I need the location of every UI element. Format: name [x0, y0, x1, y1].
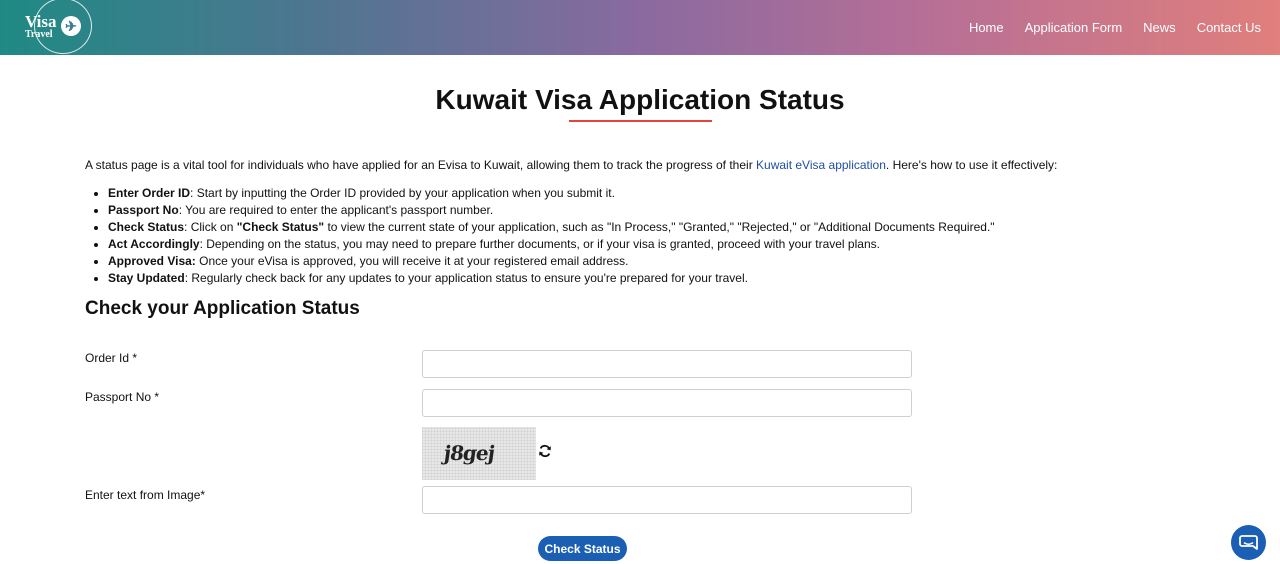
main-nav: Home Application Form News Contact Us: [969, 0, 1280, 55]
bullet-term: Act Accordingly: [108, 237, 200, 251]
list-item: Passport No: You are required to enter t…: [93, 202, 1193, 219]
site-header: Visa Travel ✈ Home Application Form News…: [0, 0, 1280, 55]
order-id-label: Order Id *: [85, 351, 138, 365]
order-id-input[interactable]: [422, 350, 912, 378]
bullet-term: Approved Visa:: [108, 254, 196, 268]
list-item: Approved Visa: Once your eVisa is approv…: [93, 253, 1193, 270]
bullet-term: Enter Order ID: [108, 186, 191, 200]
bullet-term: Stay Updated: [108, 271, 185, 285]
refresh-icon[interactable]: [538, 444, 552, 458]
bullet-term: Passport No: [108, 203, 179, 217]
list-item: Act Accordingly: Depending on the status…: [93, 236, 1193, 253]
bullet-term: Check Status: [108, 220, 185, 234]
bullet-text: : You are required to enter the applican…: [178, 203, 494, 217]
list-item: Enter Order ID: Start by inputting the O…: [93, 185, 1193, 202]
passport-input[interactable]: [422, 389, 912, 417]
bullet-text: : Regularly check back for any updates t…: [184, 271, 748, 285]
check-status-button[interactable]: Check Status: [538, 536, 627, 561]
nav-news[interactable]: News: [1143, 20, 1176, 35]
list-item: Check Status: Click on "Check Status" to…: [93, 219, 1193, 236]
list-item: Stay Updated: Regularly check back for a…: [93, 270, 1193, 287]
bullet-text: Once your eVisa is approved, you will re…: [195, 254, 629, 268]
captcha-label: Enter text from Image*: [85, 488, 206, 502]
page-title: Kuwait Visa Application Status: [435, 84, 845, 115]
bullet-text: : Click on: [184, 220, 237, 234]
logo-travel-text: Travel: [25, 29, 53, 40]
bullet-text: : Start by inputting the Order ID provid…: [190, 186, 615, 200]
intro-text: A status page is a vital tool for indivi…: [85, 158, 757, 172]
captcha-text: j8gej: [442, 441, 496, 465]
title-underline: [569, 120, 712, 122]
site-logo[interactable]: Visa Travel ✈: [20, 0, 92, 54]
chat-widget-button[interactable]: [1231, 525, 1266, 560]
bullet-text: to view the current state of your applic…: [324, 220, 995, 234]
captcha-image: j8gej: [422, 427, 536, 480]
chat-icon: [1239, 535, 1258, 550]
nav-contact-us[interactable]: Contact Us: [1197, 20, 1261, 35]
bullet-text: : Depending on the status, you may need …: [199, 237, 880, 251]
nav-application-form[interactable]: Application Form: [1025, 20, 1123, 35]
instructions-list: Enter Order ID: Start by inputting the O…: [93, 185, 1193, 287]
nav-home[interactable]: Home: [969, 20, 1004, 35]
passport-label: Passport No *: [85, 390, 160, 404]
intro-text-end: . Here's how to use it effectively:: [885, 158, 1058, 172]
intro-paragraph: A status page is a vital tool for indivi…: [85, 157, 1235, 173]
plane-icon: ✈: [61, 16, 81, 36]
form-section-title: Check your Application Status: [85, 298, 360, 319]
captcha-input[interactable]: [422, 486, 912, 514]
bullet-term-inline: "Check Status": [236, 220, 325, 234]
kuwait-evisa-link[interactable]: Kuwait eVisa application: [756, 158, 886, 172]
